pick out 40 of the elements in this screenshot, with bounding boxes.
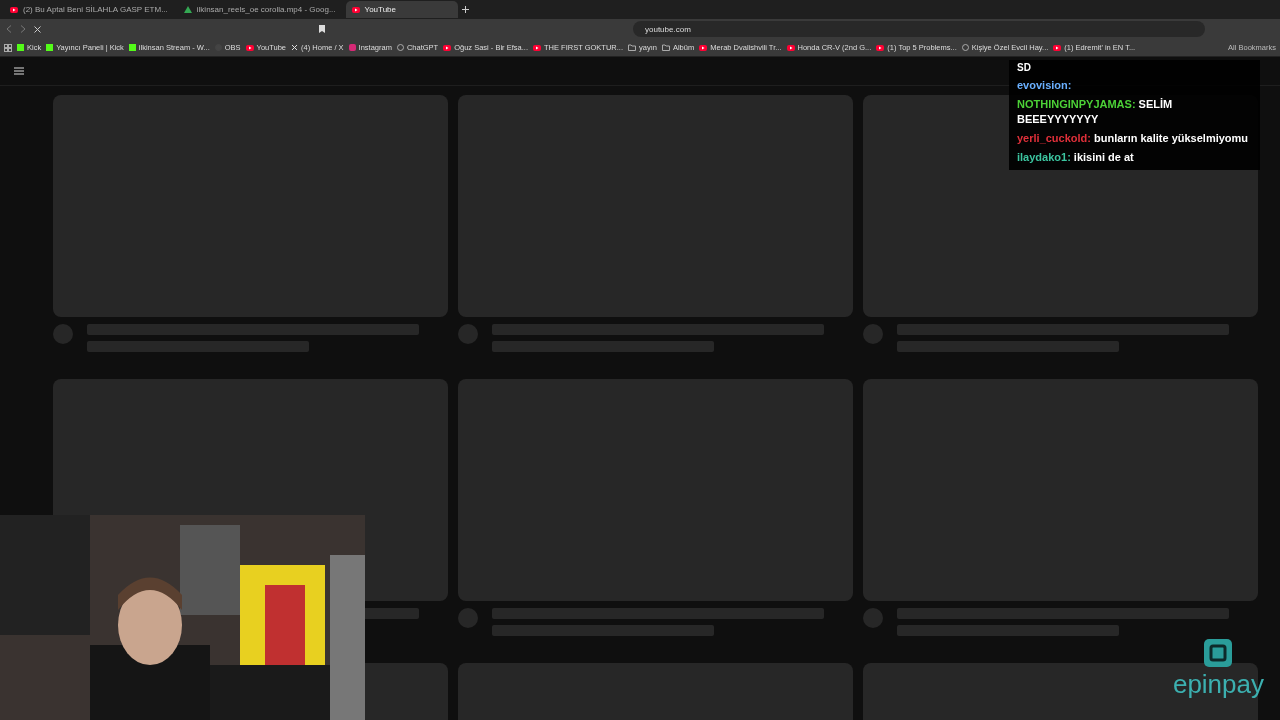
- chat-message: ilaydako1: ikisini de at: [1017, 150, 1135, 165]
- close-icon[interactable]: [34, 25, 41, 33]
- browser-tab[interactable]: ilkinsan_reels_oe corolla.mp4 - Goog...: [177, 1, 342, 18]
- globe-icon: [396, 44, 404, 51]
- chat-message: yerli_cuckold: bunların kalite yükselmiyomu: [1017, 130, 1250, 146]
- avatar-placeholder: [863, 608, 883, 628]
- sponsor-logo: epinpay: [1172, 669, 1264, 700]
- avatar-placeholder: [458, 324, 478, 344]
- avatar-placeholder: [863, 324, 883, 344]
- folder-icon: [661, 44, 670, 51]
- play-logo-icon: [786, 44, 795, 51]
- address-bar[interactable]: youtube.com: [633, 21, 1205, 37]
- play-logo-icon: [245, 44, 254, 51]
- menu-icon[interactable]: [14, 67, 24, 75]
- chat-message: evovision:: [1017, 78, 1073, 93]
- kick-logo-icon: [46, 44, 54, 51]
- browser-tab[interactable]: (2) Bu Aptal Beni SİLAHLA GASP ETM...: [4, 1, 174, 18]
- play-logo-icon: [1053, 44, 1062, 51]
- chat-header: SD: [1017, 62, 1032, 73]
- play-logo-icon: [532, 44, 541, 51]
- avatar-placeholder: [53, 324, 73, 344]
- browser-tab[interactable]: YouTube: [345, 1, 458, 18]
- triangle-logo-icon: [183, 6, 192, 13]
- bookmark-icon[interactable]: [319, 25, 325, 33]
- folder-icon: [628, 44, 636, 51]
- play-logo-icon: [443, 44, 452, 51]
- apps-grid-icon[interactable]: [4, 43, 12, 52]
- play-logo-icon: [876, 44, 885, 51]
- play-logo-icon: [10, 6, 18, 13]
- avatar-placeholder: [458, 608, 478, 628]
- kick-logo-icon: [17, 44, 24, 51]
- globe-icon: [961, 44, 969, 51]
- chat-message: NOTHINGINPYJAMAS: SELİM BEEEYYYYYYY: [1017, 97, 1174, 126]
- wallet-logo-icon: [1204, 639, 1233, 667]
- play-logo-icon: [699, 44, 708, 51]
- x-logo-icon: [291, 44, 299, 51]
- new-tab-icon[interactable]: [461, 6, 469, 13]
- kick-logo-icon: [128, 44, 136, 51]
- instagram-logo-icon: [348, 44, 356, 51]
- play-logo-icon: [351, 6, 360, 13]
